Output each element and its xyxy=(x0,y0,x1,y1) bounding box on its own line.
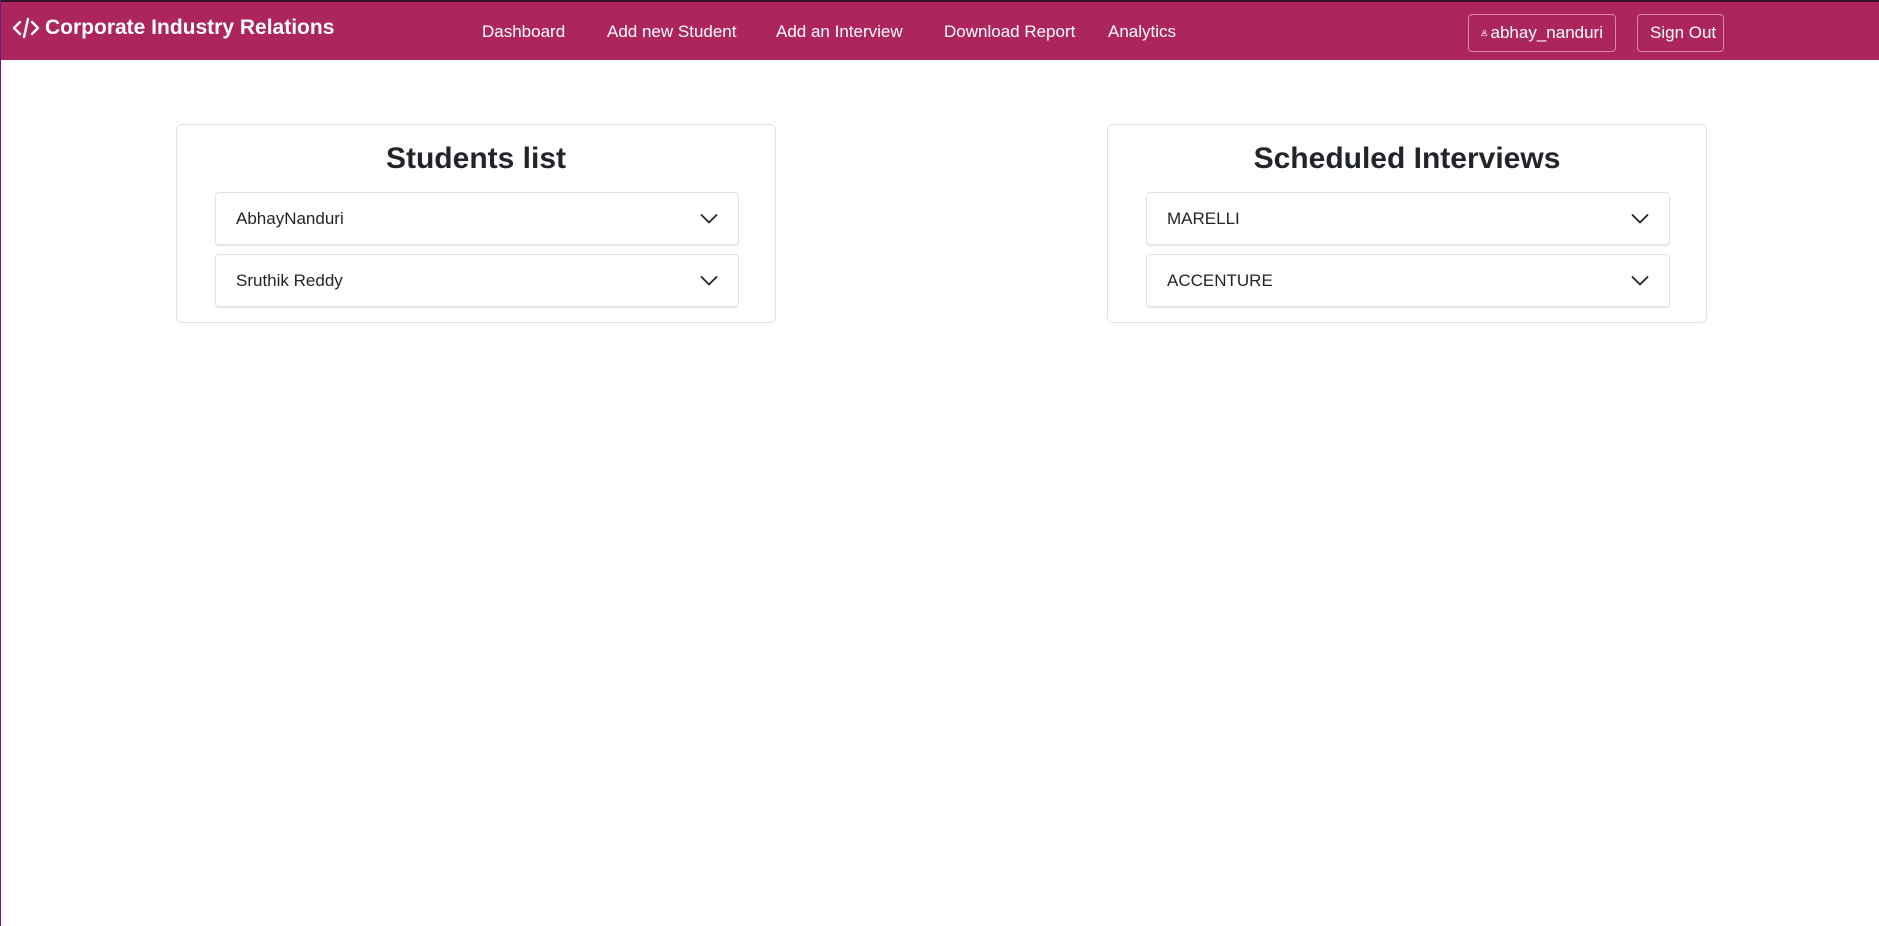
student-item[interactable]: AbhayNanduri xyxy=(215,192,739,246)
student-name: AbhayNanduri xyxy=(236,209,344,228)
students-card: Students list AbhayNanduri Sruthik Reddy xyxy=(176,124,776,323)
nav-link-dashboard[interactable]: Dashboard xyxy=(482,22,565,42)
username-label: abhay_nanduri xyxy=(1490,23,1603,42)
user-button[interactable]: abhay_nanduri xyxy=(1468,14,1616,52)
nav-link-add-new-student[interactable]: Add new Student xyxy=(607,22,736,42)
code-icon xyxy=(13,17,39,39)
company-name: ACCENTURE xyxy=(1167,271,1273,290)
nav-link-analytics[interactable]: Analytics xyxy=(1108,22,1176,42)
sign-out-button[interactable]: Sign Out xyxy=(1637,14,1724,52)
company-name: MARELLI xyxy=(1167,209,1240,228)
students-title: Students list xyxy=(385,142,566,175)
chevron-down-icon xyxy=(700,275,718,287)
interviews-title: Scheduled Interviews xyxy=(1253,142,1561,175)
student-item[interactable]: Sruthik Reddy xyxy=(215,254,739,308)
brand-link[interactable]: Corporate Industry Relations xyxy=(13,16,334,40)
person-icon xyxy=(1481,29,1488,37)
interview-item[interactable]: ACCENTURE xyxy=(1146,254,1670,308)
interview-item[interactable]: MARELLI xyxy=(1146,192,1670,246)
interviews-card: Scheduled Interviews MARELLI ACCENTURE xyxy=(1107,124,1707,323)
student-name: Sruthik Reddy xyxy=(236,271,343,290)
chevron-down-icon xyxy=(1631,275,1649,287)
chevron-down-icon xyxy=(700,213,718,225)
nav-link-download-report[interactable]: Download Report xyxy=(944,22,1075,42)
navbar: Corporate Industry Relations Dashboard A… xyxy=(1,0,1879,60)
chevron-down-icon xyxy=(1631,213,1649,225)
nav-link-add-interview[interactable]: Add an Interview xyxy=(776,22,903,42)
brand-title: Corporate Industry Relations xyxy=(45,16,335,39)
